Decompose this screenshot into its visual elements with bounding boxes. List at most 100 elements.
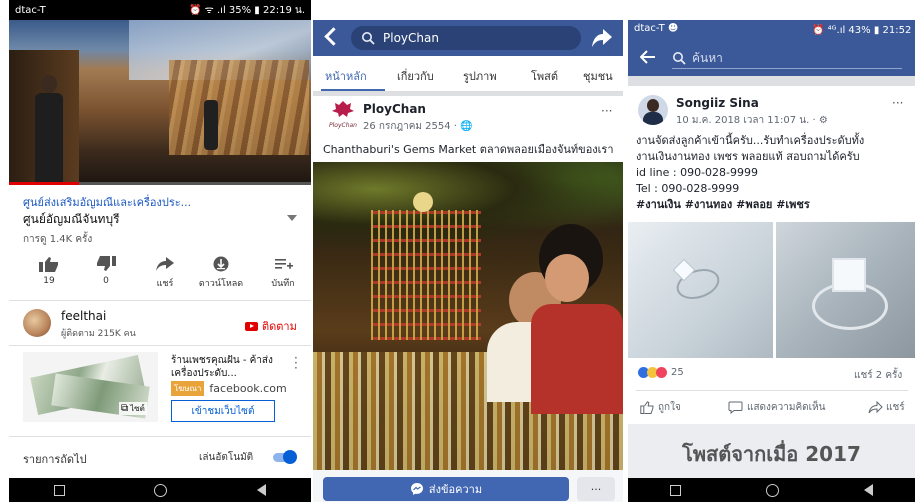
customer-figure	[531, 224, 623, 414]
thumbs-up-icon	[640, 401, 654, 414]
youtube-logo-icon	[245, 321, 258, 331]
more-button[interactable]: ···	[577, 477, 615, 501]
reaction-count: 25	[671, 367, 684, 378]
download-button[interactable]: ดาวน์โหลด	[195, 256, 247, 290]
post-line: id line : 090-028-9999	[636, 166, 759, 179]
progress-bar[interactable]	[9, 182, 79, 185]
back-nav-button[interactable]	[257, 484, 267, 496]
share-arrow-icon[interactable]	[591, 28, 613, 48]
subscribe-label: ติดตาม	[262, 320, 297, 333]
send-message-label: ส่งข้อความ	[428, 483, 483, 496]
channel-heading: ศูนย์อัญมณีจันทบุรี	[23, 212, 120, 226]
external-link-icon: ⧉	[121, 403, 129, 414]
like-button[interactable]: ถูกใจ	[640, 400, 681, 415]
share-count[interactable]: แชร์ 2 ครั้ง	[854, 368, 902, 383]
autoplay-toggle[interactable]	[271, 450, 297, 464]
ad-thumbnail[interactable]: ⧉ ไซต์	[23, 352, 158, 422]
ad-title[interactable]: ร้านเพชรคุณฝัน - ค้าส่งเครื่องประดับ...	[171, 354, 289, 380]
save-button[interactable]: บันทึก	[261, 256, 305, 290]
reactions-summary[interactable]: 25	[638, 367, 684, 378]
post-photo[interactable]	[313, 162, 623, 470]
back-nav-button[interactable]	[863, 484, 873, 496]
up-next-label: รายการถัดไป	[23, 453, 87, 466]
carrier-label: dtac-T ☻	[634, 23, 679, 34]
page-name[interactable]: PloyChan	[363, 102, 426, 116]
back-arrow-icon[interactable]	[324, 27, 343, 46]
divider	[9, 345, 311, 346]
download-icon	[213, 256, 229, 272]
comment-button[interactable]: แสดงความคิดเห็น	[728, 400, 825, 415]
video-player[interactable]	[9, 20, 311, 185]
post-menu-icon[interactable]: ···	[601, 104, 612, 118]
ring-photo-1[interactable]	[628, 222, 773, 358]
tab-about[interactable]: เกี่ยวกับ	[397, 67, 434, 85]
left-gutter	[0, 0, 9, 502]
recent-apps-button[interactable]	[53, 484, 65, 496]
post-hashtags[interactable]: #งานเงิน #งานทอง #พลอย #เพชร	[636, 197, 914, 213]
thumbs-down-icon	[97, 256, 116, 271]
home-button[interactable]	[765, 483, 779, 497]
comment-label: แสดงความคิดเห็น	[747, 402, 826, 413]
status-right: ⏰ ᯤ .ıl 35% ▮ 22:19 น.	[189, 5, 305, 16]
ad-site-link[interactable]: ⧉ ไซต์	[119, 402, 147, 415]
user-name[interactable]: Songiiz Sina	[676, 96, 759, 110]
post-text: Chanthaburi's Gems Market ตลาดพลอยเมืองจ…	[323, 143, 614, 156]
like-button[interactable]: 19	[29, 256, 69, 286]
send-message-button[interactable]: ส่งข้อความ	[323, 477, 569, 501]
carrier-label: dtac-T	[15, 4, 46, 16]
dislike-button[interactable]: 0	[86, 256, 126, 286]
like-label: ถูกใจ	[658, 402, 681, 413]
tab-posts[interactable]: โพสต์	[531, 67, 558, 85]
youtube-screen: dtac-T ⏰ ᯤ .ıl 35% ▮ 22:19 น. ศูนย์ส่งเส…	[9, 0, 311, 502]
status-right: ⏰ ⁴ᴳ.ıl 43% ▮ 21:52 น.	[812, 25, 915, 36]
divider	[636, 390, 908, 391]
android-nav-bar	[628, 478, 915, 502]
gutter	[311, 0, 313, 502]
divider	[628, 76, 915, 86]
recent-apps-button[interactable]	[670, 484, 682, 496]
channel-avatar[interactable]	[23, 309, 51, 337]
download-label: ดาวน์โหลด	[198, 279, 244, 289]
dislike-count: 0	[103, 276, 109, 286]
facebook-post-screen: dtac-T ☻ ⏰ ⁴ᴳ.ıl 43% ▮ 21:52 น. ค้นหา So…	[628, 0, 915, 502]
post-line: Tel : 090-028-9999	[636, 182, 740, 195]
search-value: PloyChan	[383, 31, 439, 45]
divider	[9, 300, 311, 301]
messenger-icon	[410, 483, 423, 495]
channel-name[interactable]: feelthai	[61, 309, 106, 323]
user-avatar[interactable]	[638, 95, 668, 125]
search-input[interactable]: PloyChan	[351, 26, 581, 50]
search-input[interactable]: ค้นหา	[672, 48, 902, 69]
subscribe-button[interactable]: ติดตาม	[245, 317, 297, 335]
tab-community[interactable]: ชุมชน	[583, 67, 613, 85]
back-arrow-icon[interactable]	[640, 50, 656, 64]
share-button[interactable]: แชร์	[145, 256, 185, 290]
post-menu-icon[interactable]: ···	[892, 96, 903, 110]
subscriber-count: ผู้ติดตาม 215K คน	[61, 329, 136, 339]
page-logo[interactable]: PloyChan	[325, 100, 361, 136]
logo-wordmark: PloyChan	[329, 122, 357, 129]
post-line: งานจัดส่งลูกค้าเข้านี้ครับ...รับทำเครื่อ…	[636, 134, 865, 147]
playlist-add-icon	[275, 259, 293, 269]
action-row: 19 0 แชร์ ดาวน์โหลด บันทึก	[29, 256, 304, 296]
more-options-icon[interactable]: · · ·	[294, 352, 298, 374]
memory-banner: โพสต์จากเมื่อ 2017	[628, 424, 915, 478]
video-title[interactable]: ศูนย์ส่งเสริมอัญมณีและเครื่องประ...	[23, 193, 191, 211]
expand-icon[interactable]	[287, 215, 297, 221]
visit-website-button[interactable]: เข้าชมเว็บไซต์	[171, 400, 275, 422]
share-label: แชร์	[156, 279, 174, 289]
active-tab-indicator	[321, 89, 385, 91]
gem-logo-icon	[332, 101, 354, 117]
view-count: การดู 1.4K ครั้ง	[23, 234, 93, 245]
share-arrow-icon	[868, 401, 883, 414]
share-arrow-icon	[156, 257, 174, 271]
search-icon	[673, 52, 686, 65]
ring-photo-2[interactable]	[776, 222, 915, 358]
home-button[interactable]	[154, 483, 168, 497]
tab-photos[interactable]: รูปภาพ	[463, 67, 497, 85]
ad-site-label: ไซต์	[130, 404, 145, 413]
like-count: 19	[43, 276, 55, 286]
tab-home[interactable]: หน้าหลัก	[325, 67, 367, 85]
thumbs-up-icon	[39, 257, 58, 272]
share-button[interactable]: แชร์	[868, 400, 905, 415]
